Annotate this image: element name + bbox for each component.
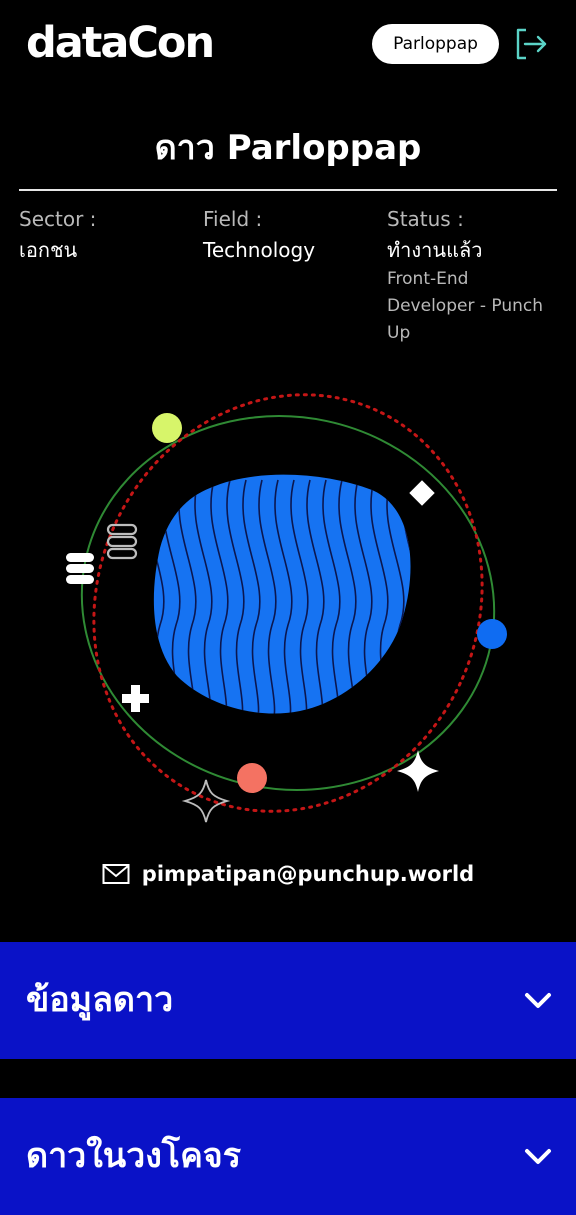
mail-icon [102,864,130,884]
app-header: dataCon Parloppap [0,0,576,90]
chevron-down-icon [525,1149,551,1164]
field-label: Field : [203,207,263,231]
sector-label: Sector : [19,207,97,231]
sector-info: Sector : เอกชน [19,204,96,266]
divider [19,189,557,191]
sector-value: เอกชน [19,238,78,262]
status-label: Status : [387,207,464,231]
email-address[interactable]: pimpatipan@punchup.world [142,856,474,892]
status-info: Status : ทำงานแล้ว Front-End Developer -… [387,204,557,347]
lime-moon [152,413,182,443]
field-info: Field : Technology [203,204,315,266]
accordion-title: ข้อมูลดาว [26,980,174,1020]
orbit-stars-accordion[interactable]: ดาวในวงโคจร [0,1098,576,1215]
user-profile-button[interactable]: Parloppap [372,24,499,64]
diamond-icon [409,480,435,506]
logout-icon[interactable] [512,26,548,62]
status-detail: Front-End Developer - Punch Up [387,269,543,343]
plus-icon [122,685,149,712]
chevron-down-icon [525,993,551,1008]
field-value: Technology [203,238,316,262]
datacon-logo[interactable]: dataCon [26,14,215,72]
accordion-title: ดาวในวงโคจร [26,1136,241,1176]
blue-moon [477,619,507,649]
sparkle-icon [397,750,439,792]
planet-info-accordion[interactable]: ข้อมูลดาว [0,942,576,1059]
planet-illustration [66,393,507,823]
stacked-disc-icon [66,553,94,584]
planet-title: ดาว Parloppap [154,128,422,168]
status-value: ทำงานแล้ว [387,238,483,262]
coral-moon [237,763,267,793]
email-row: pimpatipan@punchup.world [0,856,576,892]
outline-sparkle-icon [181,779,231,823]
